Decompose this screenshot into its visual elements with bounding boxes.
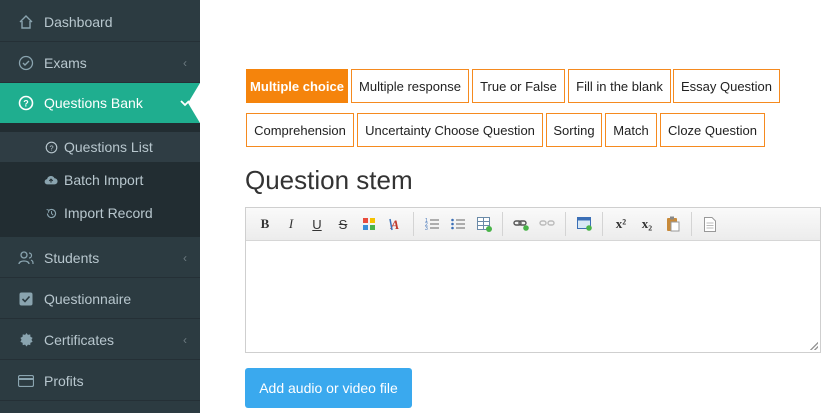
unordered-list-icon[interactable] — [445, 212, 471, 236]
submenu-item-import-record[interactable]: Import Record — [0, 198, 200, 228]
sidebar-item-exams[interactable]: Exams ‹ — [0, 43, 200, 83]
type-essay-button[interactable]: Essay Question — [673, 69, 780, 103]
strikethrough-button[interactable]: S — [330, 212, 356, 236]
submenu-item-label: Questions List — [64, 139, 153, 155]
app-root: Dashboard Exams ‹ ? Questions Bank ? Que… — [0, 0, 827, 413]
type-uncertainty-choose-button[interactable]: Uncertainty Choose Question — [357, 113, 543, 147]
chevron-left-icon: ‹ — [183, 332, 187, 347]
insert-link-icon[interactable] — [508, 212, 534, 236]
svg-text:3: 3 — [425, 226, 428, 231]
type-fill-blank-button[interactable]: Fill in the blank — [568, 69, 671, 103]
superscript-button[interactable]: x² — [608, 212, 634, 236]
sidebar-item-label: Questions Bank — [44, 95, 143, 111]
question-stem-title: Question stem — [245, 165, 413, 195]
sidebar-item-students[interactable]: Students ‹ — [0, 238, 200, 278]
sidebar-item-label: Dashboard — [44, 13, 113, 30]
chevron-left-icon: ‹ — [183, 55, 187, 70]
submenu-item-label: Batch Import — [64, 172, 144, 188]
type-true-false-button[interactable]: True or False — [472, 69, 565, 103]
users-icon — [0, 250, 44, 266]
sidebar-item-questions-bank[interactable]: ? Questions Bank — [0, 83, 200, 123]
type-cloze-button[interactable]: Cloze Question — [660, 113, 765, 147]
question-stem-textarea[interactable] — [246, 241, 820, 352]
chevron-left-icon: ‹ — [183, 250, 187, 265]
ordered-list-icon[interactable]: 123 — [419, 212, 445, 236]
sidebar-item-certificates[interactable]: Certificates ‹ — [0, 320, 200, 360]
cloud-upload-icon — [0, 174, 64, 186]
submenu: ? Questions List Batch Import Import Rec… — [0, 123, 200, 237]
underline-button[interactable]: U — [304, 212, 330, 236]
submenu-item-batch-import[interactable]: Batch Import — [0, 165, 200, 195]
document-icon[interactable] — [697, 212, 723, 236]
subscript-button[interactable]: x₂ — [634, 212, 660, 236]
home-icon — [0, 14, 44, 30]
certificate-icon — [0, 332, 44, 347]
type-match-button[interactable]: Match — [605, 113, 657, 147]
type-comprehension-button[interactable]: Comprehension — [246, 113, 354, 147]
insert-image-icon[interactable] — [571, 212, 597, 236]
sidebar-item-label: Questionnaire — [44, 290, 132, 307]
editor-toolbar: B I U S A 123 x² x₂ — [246, 208, 820, 241]
unlink-icon[interactable] — [534, 212, 560, 236]
insert-table-icon[interactable] — [471, 212, 497, 236]
question-circle-icon: ? — [0, 141, 64, 154]
sidebar-item-questionnaire[interactable]: Questionnaire — [0, 279, 200, 319]
bold-button[interactable]: B — [252, 212, 278, 236]
history-icon — [0, 207, 64, 220]
type-sorting-button[interactable]: Sorting — [546, 113, 602, 147]
add-media-button[interactable]: Add audio or video file — [245, 368, 412, 408]
credit-card-icon — [0, 374, 44, 387]
submenu-item-questions-list[interactable]: ? Questions List — [0, 132, 200, 162]
rich-text-editor: B I U S A 123 x² x₂ — [245, 207, 821, 353]
sidebar-item-profits[interactable]: Profits — [0, 361, 200, 401]
active-indicator — [188, 83, 200, 123]
toolbar-divider — [691, 212, 692, 236]
toolbar-divider — [565, 212, 566, 236]
submenu-item-label: Import Record — [64, 205, 153, 221]
svg-text:?: ? — [23, 99, 29, 109]
sidebar-item-label: Students — [44, 249, 100, 266]
sidebar: Dashboard Exams ‹ ? Questions Bank ? Que… — [0, 0, 200, 413]
font-style-icon[interactable]: A — [382, 212, 408, 236]
question-circle-icon: ? — [0, 95, 44, 111]
paste-icon[interactable] — [660, 212, 686, 236]
checkbox-icon — [0, 292, 44, 306]
check-circle-icon — [0, 55, 44, 71]
type-multiple-choice-button[interactable]: Multiple choice — [246, 69, 348, 103]
type-multiple-response-button[interactable]: Multiple response — [351, 69, 469, 103]
sidebar-item-label: Profits — [44, 372, 84, 389]
sidebar-item-dashboard[interactable]: Dashboard — [0, 2, 200, 42]
text-color-icon[interactable] — [356, 212, 382, 236]
toolbar-divider — [413, 212, 414, 236]
sidebar-item-label: Exams — [44, 54, 87, 71]
resize-handle[interactable] — [810, 342, 818, 350]
italic-button[interactable]: I — [278, 212, 304, 236]
toolbar-divider — [502, 212, 503, 236]
svg-text:?: ? — [49, 143, 53, 152]
sidebar-item-label: Certificates — [44, 331, 115, 348]
toolbar-divider — [602, 212, 603, 236]
